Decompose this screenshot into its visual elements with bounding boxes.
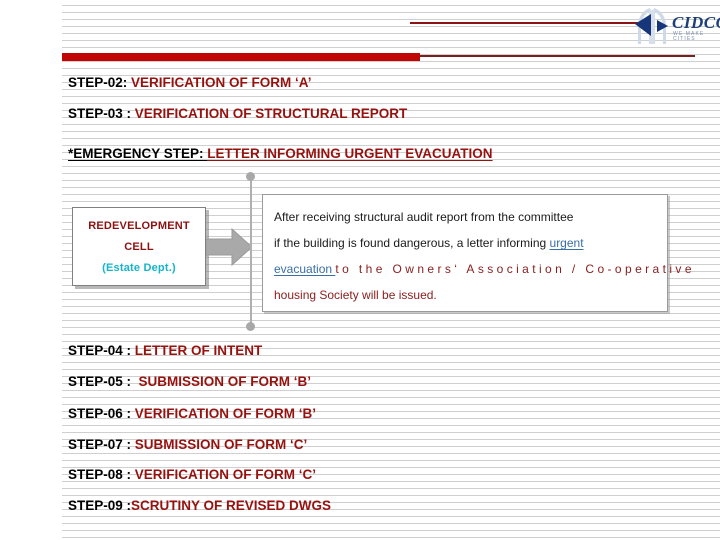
left-margin xyxy=(0,0,62,540)
desc-line-4-text: housing Society will be issued. xyxy=(274,288,437,302)
desc-line-2-text: if the building is found dangerous, a le… xyxy=(274,236,550,250)
step-07-value: SUBMISSION OF FORM ‘C’ xyxy=(134,437,308,452)
step-08-key: STEP-08 : xyxy=(68,467,132,482)
connector-dot-top xyxy=(246,172,255,181)
slide-canvas: CIDCO WE MAKE CITIES STEP-02: VERIFICATI… xyxy=(0,0,720,540)
cell-box-line-2: CELL xyxy=(124,241,154,253)
desc-line-3: evacuation to the Owners‘ Association / … xyxy=(274,256,692,282)
connector-line xyxy=(250,176,252,328)
step-line-08: STEP-08 : VERIFICATION OF FORM ‘C’ xyxy=(68,467,316,483)
step-line-05: STEP-05 : SUBMISSION OF FORM ‘B’ xyxy=(68,374,311,390)
step-line-07: STEP-07 : SUBMISSION OF FORM ‘C’ xyxy=(68,437,307,453)
emergency-step-key: *EMERGENCY STEP: xyxy=(68,146,204,161)
step-05-key: STEP-05 : xyxy=(68,374,132,389)
description-text-box: After receiving structural audit report … xyxy=(262,194,692,312)
cell-box-line-3: (Estate Dept.) xyxy=(102,262,176,274)
right-block-arrow xyxy=(205,227,253,267)
step-03-key: STEP-03 : xyxy=(68,106,132,121)
cidco-logo: CIDCO WE MAKE CITIES xyxy=(632,4,720,48)
step-line-02: STEP-02: VERIFICATION OF FORM ‘A’ xyxy=(68,75,312,91)
step-02-value: VERIFICATION OF FORM ‘A’ xyxy=(131,75,312,90)
cell-box-line-1: REDEVELOPMENT xyxy=(88,220,190,232)
step-line-09: STEP-09 :SCRUTINY OF REVISED DWGS xyxy=(68,498,331,514)
cidco-wordmark: CIDCO xyxy=(672,13,720,32)
desc-line-1: After receiving structural audit report … xyxy=(274,204,656,230)
desc-link-urgent[interactable]: urgent xyxy=(550,236,584,250)
step-09-key: STEP-09 : xyxy=(68,498,132,513)
step-line-emergency: *EMERGENCY STEP: LETTER INFORMING URGENT… xyxy=(68,146,493,162)
step-06-key: STEP-06 : xyxy=(68,406,132,421)
step-line-03: STEP-03 : VERIFICATION OF STRUCTURAL REP… xyxy=(68,106,407,122)
desc-line-4: housing Society will be issued. xyxy=(274,282,656,308)
step-line-04: STEP-04 : LETTER OF INTENT xyxy=(68,343,262,359)
step-04-value: LETTER OF INTENT xyxy=(134,343,263,358)
step-07-key: STEP-07 : xyxy=(68,437,132,452)
step-line-06: STEP-06 : VERIFICATION OF FORM ‘B’ xyxy=(68,406,316,422)
redevelopment-cell-box: REDEVELOPMENT CELL (Estate Dept.) xyxy=(72,207,206,286)
emergency-step-value: LETTER INFORMING URGENT EVACUATION xyxy=(207,146,493,161)
step-02-key: STEP-02: xyxy=(68,75,128,90)
step-06-value: VERIFICATION OF FORM ‘B’ xyxy=(134,406,317,421)
header-red-bar xyxy=(62,53,420,61)
desc-line-3-text: to the Owners‘ Association / Co-operativ… xyxy=(335,262,695,276)
desc-link-evacuation[interactable]: evacuation xyxy=(274,262,332,276)
header-rule-line xyxy=(410,22,642,24)
step-09-value: SCRUTINY OF REVISED DWGS xyxy=(131,498,332,513)
step-04-key: STEP-04 : xyxy=(68,343,132,358)
cidco-tagline: WE MAKE CITIES xyxy=(673,31,705,42)
step-08-value: VERIFICATION OF FORM ‘C’ xyxy=(134,467,317,482)
desc-line-2: if the building is found dangerous, a le… xyxy=(274,230,656,256)
step-05-value: SUBMISSION OF FORM ‘B’ xyxy=(134,374,312,389)
step-03-value: VERIFICATION OF STRUCTURAL REPORT xyxy=(134,106,408,121)
desc-line-1-text: After receiving structural audit report … xyxy=(274,210,574,224)
connector-dot-bottom xyxy=(246,322,255,331)
header-thin-rule xyxy=(420,55,695,57)
